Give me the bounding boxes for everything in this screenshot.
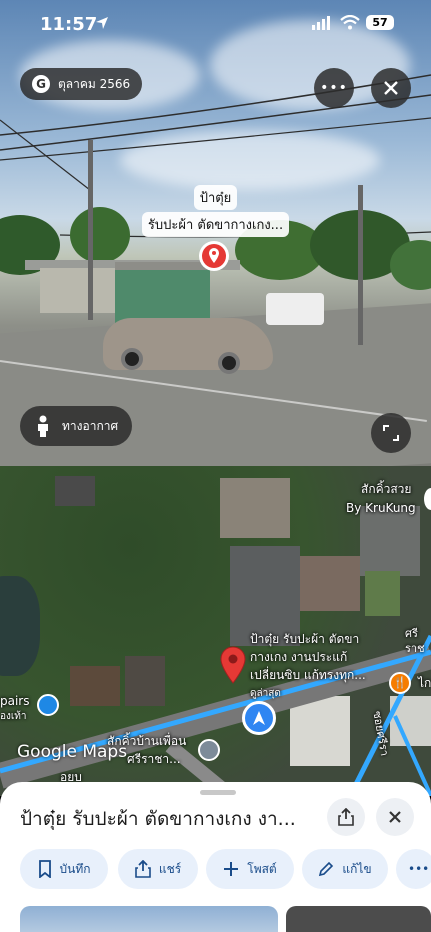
shop-building	[115, 262, 210, 324]
signal-icon	[312, 16, 330, 30]
more-chip[interactable]: •••	[396, 849, 431, 889]
map-label-poi[interactable]: สักคิ้วสวย	[361, 482, 411, 497]
restaurant-icon[interactable]: 🍴	[389, 672, 411, 694]
share-label: แชร์	[158, 861, 182, 876]
navigation-arrow-icon	[253, 711, 265, 725]
plus-icon	[224, 862, 239, 876]
share-icon	[135, 860, 151, 878]
map-label-poi[interactable]: pairs	[0, 694, 30, 709]
street-view-place-label[interactable]: ป้าตุ๋ย รับปะผ้า ตัดขากางเกง...	[0, 185, 431, 239]
poi-marker-icon[interactable]	[198, 739, 220, 761]
photo-thumbnail[interactable]	[20, 906, 278, 932]
google-g-icon: G	[32, 75, 50, 93]
location-arrow-icon	[96, 17, 108, 29]
imagery-date-pill[interactable]: G ตุลาคม 2566	[20, 68, 143, 100]
status-time: 11:57	[40, 14, 98, 35]
parked-car	[103, 318, 273, 374]
battery-indicator: 57	[366, 15, 394, 30]
map-label-place[interactable]: กางเกง งานประแก้	[250, 650, 347, 665]
my-location-marker[interactable]	[242, 701, 276, 735]
close-icon	[384, 81, 398, 95]
post-label: โพสต์	[247, 861, 277, 876]
close-button[interactable]	[371, 68, 411, 108]
save-label: บันทึก	[59, 861, 91, 876]
photo-thumbnail[interactable]	[286, 906, 431, 932]
expand-button[interactable]	[371, 413, 411, 453]
place-pin-icon[interactable]	[198, 240, 230, 272]
aerial-view-label: ทางอากาศ	[62, 418, 119, 433]
more-options-button[interactable]: •••	[314, 68, 354, 108]
sheet-drag-handle[interactable]	[200, 790, 236, 795]
place-bottom-sheet[interactable]: ป้าตุ๋ย รับปะผ้า ตัดขากางเกง งา... บันทึ…	[0, 782, 431, 932]
share-chip[interactable]: แชร์	[118, 849, 198, 889]
map-label-place[interactable]: ดูล่าสุด	[250, 686, 281, 701]
place-label-line2: รับปะผ้า ตัดขากางเกง...	[141, 212, 290, 237]
more-icon: •••	[320, 80, 348, 96]
more-icon: •••	[408, 862, 430, 876]
aerial-view-button[interactable]: ทางอากาศ	[20, 406, 133, 446]
map-label-poi[interactable]: ศรีราชา...	[127, 752, 181, 767]
map-label-poi[interactable]: By KruKung	[346, 501, 416, 516]
bookmark-icon	[38, 860, 51, 878]
poi-marker-icon[interactable]	[424, 488, 431, 510]
close-sheet-button[interactable]	[376, 798, 414, 836]
wifi-icon	[340, 15, 360, 30]
google-maps-logo: Google Maps	[17, 742, 128, 762]
map-label-road: ศรีราช	[405, 627, 425, 655]
place-marker-icon[interactable]	[220, 646, 246, 684]
map-label-place[interactable]: ป้าตุ๋ย รับปะผ้า ตัดขา	[250, 632, 359, 647]
edit-label: แก้ไข	[342, 861, 372, 876]
save-chip[interactable]: บันทึก	[20, 849, 108, 889]
expand-icon	[383, 425, 399, 441]
neighbour-building	[40, 268, 120, 313]
share-button[interactable]	[327, 798, 365, 836]
pickup-truck	[266, 293, 324, 325]
share-icon	[338, 808, 354, 826]
pegman-icon	[38, 415, 48, 437]
map-label-poi[interactable]: องเท้า	[0, 709, 27, 724]
close-icon	[389, 811, 401, 823]
map-label-place[interactable]: เปลี่ยนซิบ แก้ทรงทุก...	[250, 668, 366, 683]
shopping-bag-icon[interactable]	[37, 694, 59, 716]
pencil-icon	[319, 861, 334, 877]
edit-chip[interactable]: แก้ไข	[302, 849, 388, 889]
status-bar: 11:57 57	[0, 0, 431, 50]
post-chip[interactable]: โพสต์	[206, 849, 294, 889]
imagery-date: ตุลาคม 2566	[58, 76, 131, 91]
place-title: ป้าตุ๋ย รับปะผ้า ตัดขากางเกง งา...	[20, 808, 296, 830]
map-label-poi[interactable]: ไก	[418, 676, 431, 691]
place-label-line1: ป้าตุ๋ย	[193, 185, 238, 210]
